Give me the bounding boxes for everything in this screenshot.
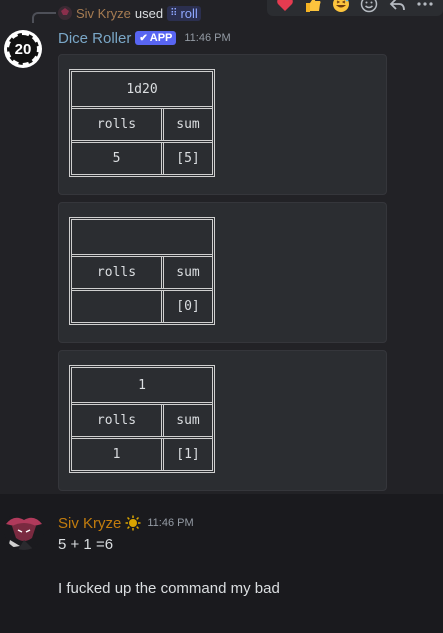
table-value-row: 1 [1] [72,436,212,470]
rolls-value: 5 [72,143,164,174]
sun-badge-icon [125,515,141,531]
rolls-header: rolls [72,257,164,288]
table-value-row: 5 [5] [72,140,212,174]
roll-table: rolls sum [0] [69,217,215,325]
bot-message: Siv Kryze used ⠿ roll 20 Dice Roller ✔ A… [0,0,443,494]
reply-reference[interactable]: Siv Kryze used ⠿ roll [58,4,201,22]
rolls-value [72,291,164,322]
table-title-row: 1d20 [72,72,212,106]
app-badge-label: APP [149,32,173,44]
sum-value: [0] [176,299,200,314]
user-username[interactable]: Siv Kryze [58,515,121,532]
roll-embed: 1 rolls sum 1 [1] [58,350,387,491]
table-value-row: [0] [72,288,212,322]
reply-connector [32,12,56,23]
more-icon[interactable] [415,0,435,14]
rolls-value: 1 [72,439,164,470]
sum-header: sum [176,265,200,280]
reply-icon[interactable] [387,0,407,14]
table-title-row [72,220,212,254]
slash-command-icon: ⠿ [170,7,178,19]
reply-command[interactable]: ⠿ roll [167,5,201,21]
bot-username[interactable]: Dice Roller [58,30,131,47]
user-avatar-image [4,510,44,550]
reply-used-text: used [134,5,164,21]
roll-table: 1 rolls sum 1 [1] [69,365,215,473]
roll-table: 1d20 rolls sum 5 [5] [69,69,215,177]
table-header-row: rolls sum [72,402,212,436]
bot-avatar[interactable]: 20 [4,30,42,68]
message-line: 5 + 1 =6 [58,536,114,553]
user-timestamp[interactable]: 11:46 PM [147,517,193,529]
rolls-header: rolls [72,109,164,140]
message-actions-bar [267,0,443,16]
grin-sweat-icon[interactable] [331,0,351,14]
roll-embed: rolls sum [0] [58,202,387,343]
d20-avatar-text: 20 [7,33,39,65]
table-header-row: rolls sum [72,106,212,140]
reply-username[interactable]: Siv Kryze [76,6,131,21]
roll-title: 1 [138,377,146,393]
roll-embed: 1d20 rolls sum 5 [5] [58,54,387,195]
roll-title: 1d20 [126,81,158,97]
reply-avatar-icon [58,6,72,20]
sum-value: [5] [176,151,200,166]
sum-value: [1] [176,447,200,462]
bot-timestamp[interactable]: 11:46 PM [184,32,230,44]
message-line: I fucked up the command my bad [58,580,280,597]
add-reaction-icon[interactable] [359,0,379,14]
table-title-row: 1 [72,368,212,402]
sum-header: sum [176,117,200,132]
app-badge: ✔ APP [135,31,177,45]
rolls-header: rolls [72,405,164,436]
roll-title [72,220,212,254]
table-header-row: rolls sum [72,254,212,288]
user-message-header: Siv Kryze 11:46 PM [58,513,194,533]
reply-command-name: roll [180,5,198,21]
thumbs-up-icon[interactable] [303,0,323,14]
user-message: Siv Kryze 11:46 PM 5 + 1 =6 I fucked up … [0,494,443,633]
sum-header: sum [176,413,200,428]
user-avatar[interactable] [4,510,44,550]
verified-check-icon: ✔ [139,32,148,44]
bot-message-header: Dice Roller ✔ APP 11:46 PM [58,28,231,48]
heart-icon[interactable] [275,0,295,14]
